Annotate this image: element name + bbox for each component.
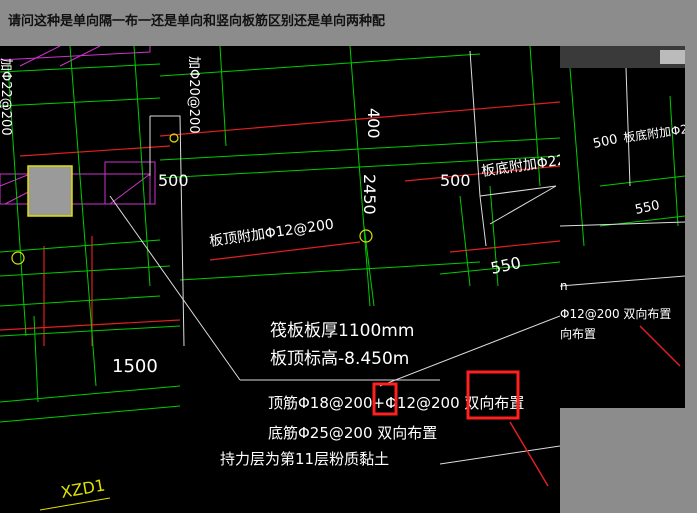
dim-1500: 1500 (112, 356, 158, 377)
rebar-note-top-extra: 板顶附加Φ12@200 (208, 217, 335, 250)
question-title: 请问这种是单向隔一布一还是单向和竖向板筋区别还是单向两种配 (8, 14, 386, 29)
note-bottom-bars: 底筋Φ25@200 双向布置 (268, 424, 437, 442)
dim-550: 550 (489, 253, 523, 278)
rebar-note-bottom-extra: 板底附加Φ22 (480, 152, 560, 180)
hatch-zone-top (0, 46, 151, 67)
inset-rebar-extra: 板底附加Φ22 (622, 120, 685, 145)
dim-2450: 2450 (360, 174, 379, 215)
inset-dim-550: 550 (634, 198, 661, 218)
inset-grid-lines (569, 67, 685, 247)
inset-rebar-note-1: Φ12@200 双向布置 (560, 306, 671, 321)
inset-pointer-line (639, 325, 681, 367)
xzd-underline (39, 497, 111, 511)
hatch-zone-mid (0, 161, 156, 205)
note-top-elevation: 板顶标高-8.450m (270, 349, 409, 369)
question-header: 请问这种是单向隔一布一还是单向和竖向板筋区别还是单向两种配 (0, 0, 697, 46)
note-raft-thickness: 筏板板厚1100mm (270, 321, 414, 341)
label-xzd: XZD1 (59, 476, 106, 502)
inset-prefix: n (560, 279, 568, 293)
inset-dim-500: 500 (592, 132, 619, 152)
cad-canvas: 400 2450 500 500 550 1500 加Φ22@200 加Φ20@… (0, 46, 560, 511)
inset-canvas: 500 550 板底附加Φ22 n Φ12@200 双向布置 向布置 (560, 46, 685, 367)
dim-400: 400 (364, 108, 383, 139)
rebar-note-top-left-b: 加Φ20@200 (186, 56, 201, 134)
inset-rebar-note-2: 向布置 (560, 326, 596, 341)
rebar-note-top-left-a: 加Φ22@200 (0, 58, 13, 136)
note-bearing-layer: 持力层为第11层粉质黏土 (220, 450, 389, 468)
column-block (27, 165, 73, 217)
dim-500-mid: 500 (440, 171, 471, 190)
inset-corner-mark (660, 50, 685, 64)
cad-drawing-inset: 500 550 板底附加Φ22 n Φ12@200 双向布置 向布置 (560, 46, 685, 408)
pointer-arrow-line (509, 421, 549, 487)
cad-drawing-main: 400 2450 500 500 550 1500 加Φ22@200 加Φ20@… (0, 46, 560, 513)
dim-500-left: 500 (158, 171, 189, 190)
